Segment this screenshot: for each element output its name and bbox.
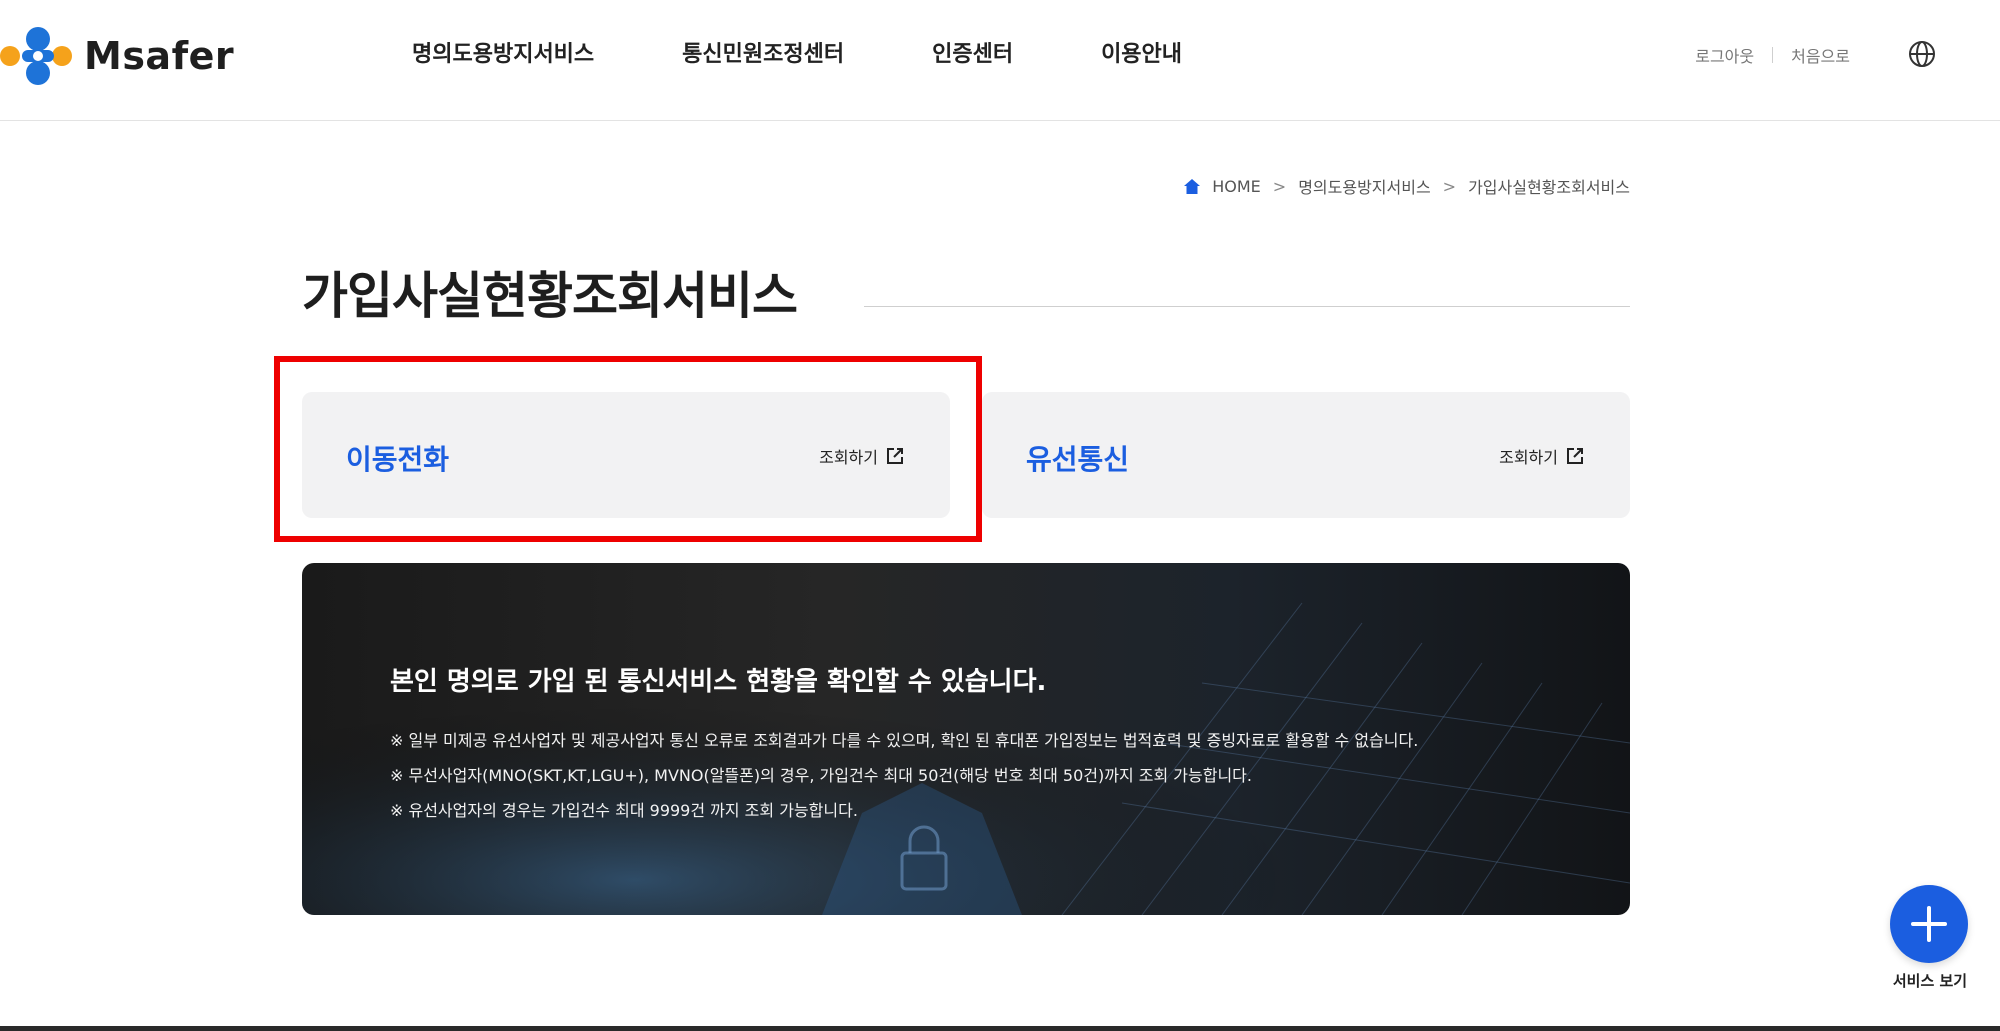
breadcrumb-separator: >: [1442, 176, 1457, 196]
info-banner: 본인 명의로 가입 된 통신서비스 현황을 확인할 수 있습니다. ※ 일부 미…: [302, 563, 1630, 915]
breadcrumb: HOME > 명의도용방지서비스 > 가입사실현황조회서비스: [1184, 174, 1630, 198]
external-link-icon: [1567, 448, 1583, 464]
banner-note: ※ 무선사업자(MNO(SKT,KT,LGU+), MVNO(알뜰폰)의 경우,…: [390, 766, 1252, 785]
mobile-lookup-link[interactable]: 조회하기: [819, 444, 904, 468]
page-title: 가입사실현황조회서비스: [302, 267, 798, 325]
home-icon: [1184, 178, 1201, 194]
nav-item-identity-theft-prevention[interactable]: 명의도용방지서비스: [412, 36, 594, 68]
logo-text: Msafer: [84, 34, 235, 78]
wired-lookup-link[interactable]: 조회하기: [1499, 444, 1584, 468]
card-title-mobile: 이동전화: [346, 443, 450, 476]
lookup-label: 조회하기: [819, 448, 878, 467]
logout-link[interactable]: 로그아웃: [1695, 43, 1754, 67]
main-nav: 명의도용방지서비스 통신민원조정센터 인증센터 이용안내: [412, 36, 1270, 68]
banner-note: ※ 유선사업자의 경우는 가입건수 최대 9999건 까지 조회 가능합니다.: [390, 801, 858, 820]
utility-divider: [1772, 47, 1774, 63]
nav-item-certification-center[interactable]: 인증센터: [932, 36, 1013, 68]
breadcrumb-separator: >: [1272, 176, 1287, 196]
nav-item-telecom-dispute-center[interactable]: 통신민원조정센터: [682, 36, 844, 68]
title-divider: [864, 306, 1630, 307]
external-link-icon: [887, 448, 903, 464]
wired-telecom-card[interactable]: 유선통신 조회하기: [982, 392, 1630, 518]
view-services-label: 서비스 보기: [1892, 972, 1968, 990]
nav-item-usage-guide[interactable]: 이용안내: [1101, 36, 1182, 68]
banner-note: ※ 일부 미제공 유선사업자 및 제공사업자 통신 오류로 조회결과가 다를 수…: [390, 731, 1419, 750]
utility-links: 로그아웃 처음으로: [1695, 43, 1850, 67]
logo-mark-icon: [0, 27, 72, 85]
breadcrumb-level1[interactable]: 명의도용방지서비스: [1298, 174, 1430, 198]
mobile-phone-card[interactable]: 이동전화 조회하기: [302, 392, 950, 518]
footer-edge: [0, 1026, 2000, 1031]
breadcrumb-current: 가입사실현황조회서비스: [1468, 178, 1630, 197]
card-title-wired: 유선통신: [1026, 443, 1130, 476]
site-header: Msafer 명의도용방지서비스 통신민원조정센터 인증센터 이용안내 로그아웃…: [0, 0, 2000, 121]
msafer-logo[interactable]: Msafer: [0, 24, 234, 88]
globe-icon[interactable]: [1908, 40, 1936, 68]
banner-heading: 본인 명의로 가입 된 통신서비스 현황을 확인할 수 있습니다.: [390, 667, 1047, 697]
plus-icon: [1911, 906, 1947, 942]
breadcrumb-home[interactable]: HOME: [1212, 177, 1261, 196]
go-home-link[interactable]: 처음으로: [1791, 43, 1850, 67]
lookup-label: 조회하기: [1499, 448, 1558, 467]
view-services-button[interactable]: [1890, 885, 1968, 963]
